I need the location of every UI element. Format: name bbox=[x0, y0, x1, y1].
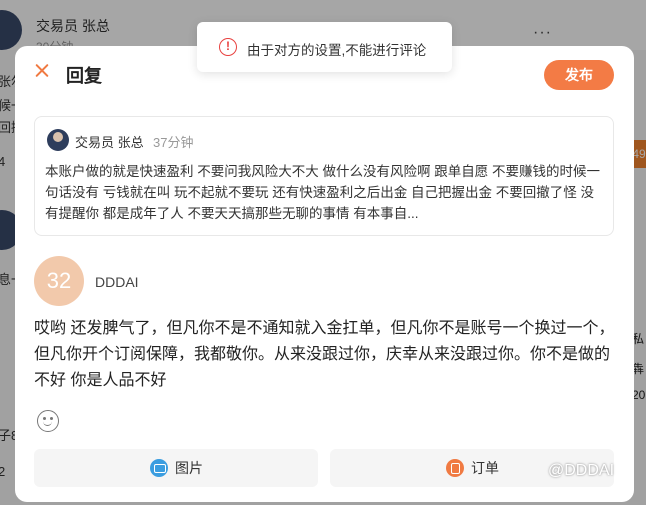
toast-message: 由于对方的设置,不能进行评论 bbox=[247, 43, 427, 58]
dialog-title: 回复 bbox=[66, 66, 102, 86]
quoted-post-time: 37分钟 bbox=[153, 135, 194, 150]
quoted-author-name: 交易员 张总 bbox=[75, 135, 144, 150]
quoted-post-text: 本账户做的就是快速盈利 不要问我风险大不大 做什么没有风险啊 跟单自愿 不要赚钱… bbox=[45, 164, 601, 221]
quoted-post: 交易员 张总 37分钟 本账户做的就是快速盈利 不要问我风险大不大 做什么没有风… bbox=[34, 116, 614, 236]
image-icon bbox=[150, 459, 168, 477]
add-image-button[interactable]: 图片 bbox=[34, 449, 318, 487]
add-order-label: 订单 bbox=[471, 460, 499, 476]
order-icon bbox=[446, 459, 464, 477]
add-image-label: 图片 bbox=[175, 460, 203, 476]
watermark: @DDDAI bbox=[548, 462, 615, 479]
close-icon[interactable] bbox=[31, 60, 53, 82]
reply-user-avatar: 32 bbox=[34, 256, 84, 306]
quoted-author-avatar bbox=[47, 129, 69, 151]
exclamation-circle-icon: ! bbox=[219, 38, 237, 56]
smiley-icon[interactable] bbox=[37, 410, 59, 432]
reply-text-input[interactable]: 哎哟 还发脾气了，但凡你不是不通知就入金扛单，但凡你不是账号一个换过一个，但凡你… bbox=[34, 316, 624, 394]
error-toast: ! 由于对方的设置,不能进行评论 bbox=[197, 22, 452, 72]
reply-username: DDDAI bbox=[95, 274, 139, 290]
publish-button[interactable]: 发布 bbox=[544, 60, 614, 90]
reply-dialog: 回复 发布 交易员 张总 37分钟 本账户做的就是快速盈利 不要问我风险大不大 … bbox=[15, 46, 634, 502]
